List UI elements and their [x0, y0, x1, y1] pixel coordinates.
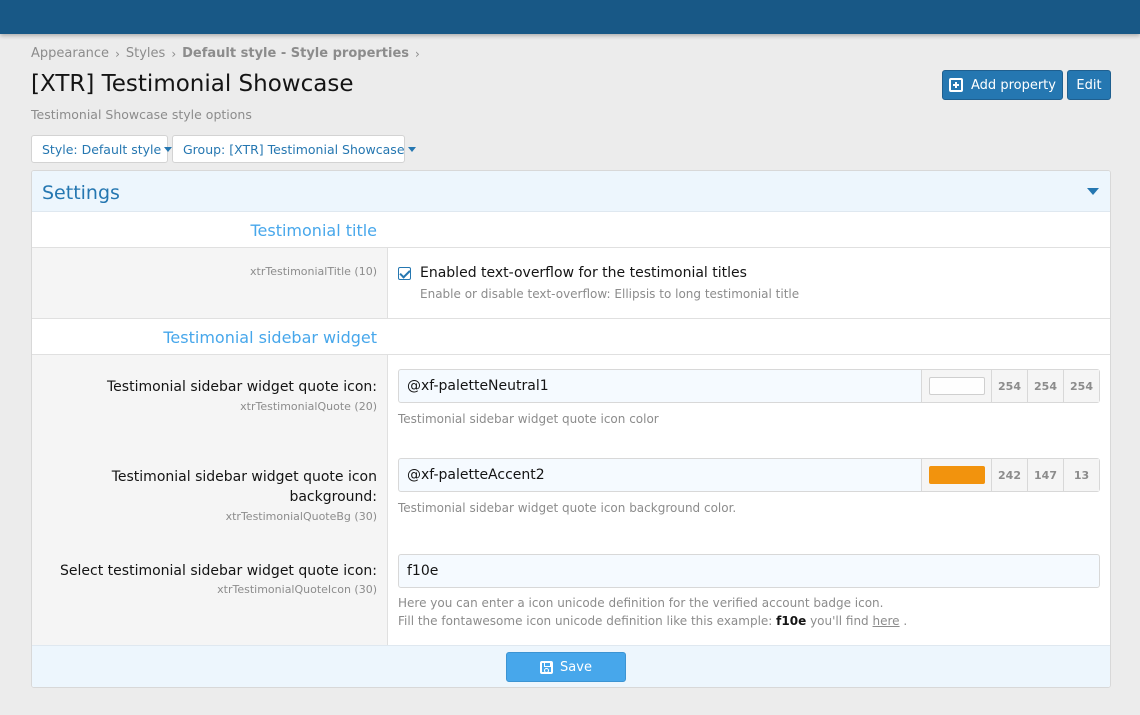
quote-icon-bg-hint: Testimonial sidebar widget quote icon ba… — [398, 501, 737, 515]
panel-header[interactable]: Settings — [32, 171, 1110, 212]
save-icon — [540, 660, 554, 674]
section-heading-testimonial-title: Testimonial title — [32, 212, 1110, 248]
edit-button[interactable]: Edit — [1067, 70, 1111, 100]
rgb-blue: 13 — [1063, 459, 1099, 491]
chevron-right-icon: › — [415, 46, 420, 61]
text-overflow-checkbox[interactable] — [398, 267, 411, 280]
text-overflow-hint: Enable or disable text-overflow: Ellipsi… — [420, 287, 800, 301]
quote-icon-unicode-hint-2: Fill the fontawesome icon unicode defini… — [398, 614, 907, 628]
style-filter-label: Style: Default style — [42, 141, 162, 157]
color-swatch — [928, 377, 985, 395]
row-label-column: xtrTestimonialTitle (10) — [32, 248, 388, 318]
quote-icon-color-input[interactable]: @xf-paletteNeutral1 254 254 254 — [398, 369, 1100, 403]
quote-icon-unicode-input[interactable]: f10e — [398, 554, 1100, 588]
color-swatch — [928, 466, 985, 484]
quote-icon-color-label: Testimonial sidebar widget quote icon: — [107, 379, 377, 395]
breadcrumb-styles[interactable]: Styles — [126, 46, 165, 61]
breadcrumb-current[interactable]: Default style - Style properties — [182, 46, 409, 61]
page-title: [XTR] Testimonial Showcase — [31, 71, 354, 97]
color-picker[interactable] — [921, 370, 991, 402]
breadcrumb-appearance[interactable]: Appearance — [31, 46, 109, 61]
hint-mid: you'll find — [810, 614, 869, 628]
hint-prefix: Fill the fontawesome icon unicode defini… — [398, 614, 773, 628]
rgb-green: 147 — [1027, 459, 1063, 491]
rgb-blue: 254 — [1063, 370, 1099, 402]
quote-icon-color-hint: Testimonial sidebar widget quote icon co… — [398, 412, 659, 426]
collapse-toggle-icon[interactable] — [1087, 188, 1099, 195]
quote-icon-bg-label-line1: Testimonial sidebar widget quote icon — [111, 469, 377, 485]
caret-down-icon — [407, 146, 416, 152]
add-property-label: Add property — [971, 77, 1056, 93]
quote-icon-select-label: Select testimonial sidebar widget quote … — [60, 563, 377, 579]
text-overflow-checkbox-label[interactable]: Enabled text-overflow for the testimonia… — [420, 265, 747, 281]
page-description: Testimonial Showcase style options — [31, 107, 252, 122]
quote-icon-unicode-hint: Here you can enter a icon unicode defini… — [398, 596, 884, 610]
here-link[interactable]: here — [873, 614, 900, 628]
property-id: xtrTestimonialQuoteIcon (30) — [217, 583, 377, 596]
breadcrumb: Appearance › Styles › Default style - St… — [31, 46, 426, 61]
section-heading-sidebar-widget: Testimonial sidebar widget — [32, 319, 1110, 355]
row-label-column: Testimonial sidebar widget quote icon: x… — [32, 355, 388, 645]
caret-down-icon — [164, 146, 173, 152]
plus-square-icon — [949, 78, 964, 92]
chevron-right-icon: › — [171, 46, 177, 61]
quote-icon-bg-input[interactable]: @xf-paletteAccent2 242 147 13 — [398, 458, 1100, 492]
color-picker[interactable] — [921, 459, 991, 491]
save-label: Save — [560, 659, 592, 675]
section-heading-label: Testimonial title — [250, 221, 377, 240]
top-navigation-bar — [0, 0, 1140, 34]
rgb-red: 242 — [991, 459, 1027, 491]
group-filter-dropdown[interactable]: Group: [XTR] Testimonial Showcase — [172, 135, 416, 163]
color-value[interactable]: @xf-paletteNeutral1 — [399, 370, 921, 402]
hint-code: f10e — [776, 614, 807, 628]
panel-title: Settings — [42, 182, 120, 204]
add-property-button[interactable]: Add property — [942, 70, 1063, 100]
section-heading-label: Testimonial sidebar widget — [163, 328, 377, 347]
property-id: xtrTestimonialTitle (10) — [250, 265, 377, 278]
rgb-green: 254 — [1027, 370, 1063, 402]
style-filter-dropdown[interactable]: Style: Default style — [31, 135, 173, 163]
edit-label: Edit — [1076, 77, 1102, 93]
color-value[interactable]: @xf-paletteAccent2 — [399, 459, 921, 491]
hint-suffix: . — [903, 614, 908, 628]
property-id: xtrTestimonialQuoteBg (30) — [225, 510, 377, 523]
property-id: xtrTestimonialQuote (20) — [240, 400, 377, 413]
save-button[interactable]: Save — [506, 652, 626, 682]
settings-panel: Settings Testimonial title xtrTestimonia… — [31, 170, 1111, 688]
rgb-red: 254 — [991, 370, 1027, 402]
chevron-right-icon: › — [115, 46, 120, 61]
quote-icon-bg-label-line2: background: — [289, 489, 377, 505]
form-footer: Save — [32, 645, 1110, 687]
group-filter-label: Group: [XTR] Testimonial Showcase — [183, 141, 405, 157]
